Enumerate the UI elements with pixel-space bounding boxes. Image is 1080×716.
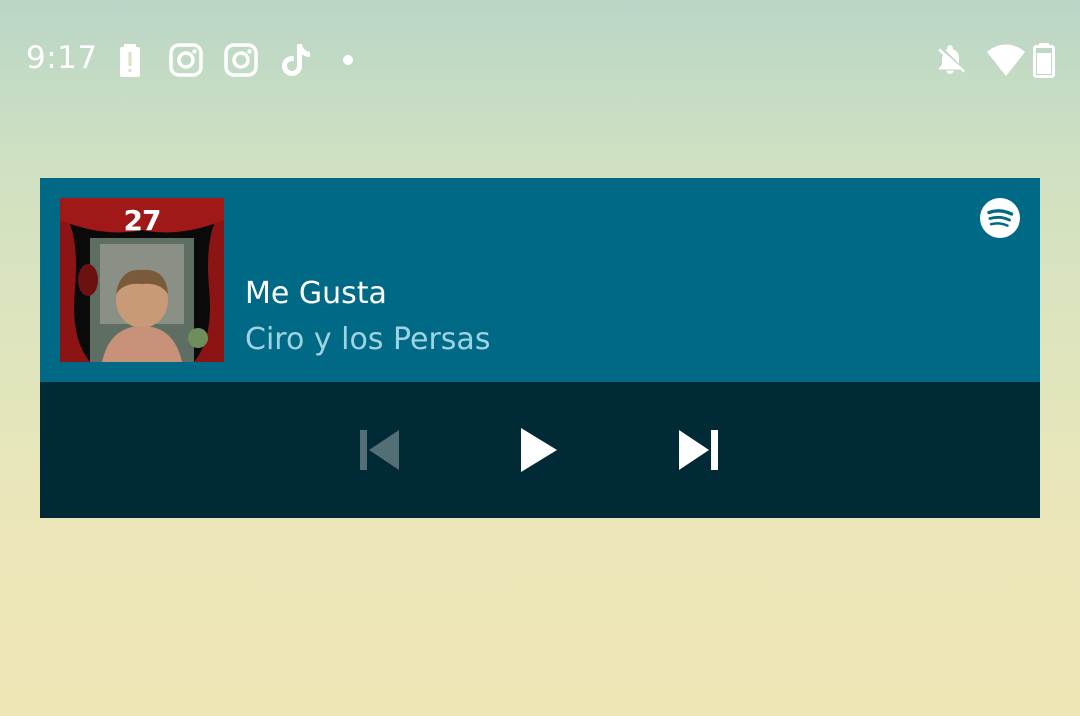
playback-controls <box>40 382 1040 518</box>
status-time: 9:17 <box>26 40 98 76</box>
skip-previous-icon <box>355 426 403 474</box>
spotify-icon[interactable] <box>980 198 1020 238</box>
media-info-panel[interactable]: 27 Me Gusta Ciro y los Persas <box>40 178 1040 382</box>
battery-icon <box>1032 42 1056 78</box>
notification-dot-icon <box>342 54 354 66</box>
wifi-icon <box>986 40 1026 78</box>
play-icon <box>515 426 563 474</box>
album-art: 27 <box>60 198 224 362</box>
skip-previous-button[interactable] <box>355 426 403 474</box>
play-button[interactable] <box>515 426 563 474</box>
notifications-off-icon <box>932 42 968 78</box>
battery-alert-icon <box>112 42 148 78</box>
tiktok-icon <box>278 42 314 78</box>
status-bar: 9:17 <box>0 0 1080 120</box>
instagram-icon <box>223 42 259 78</box>
track-artist: Ciro y los Persas <box>245 322 491 357</box>
track-title: Me Gusta <box>245 276 387 311</box>
instagram-icon <box>168 42 204 78</box>
media-player-widget[interactable]: 27 Me Gusta Ciro y los Persas <box>40 178 1040 518</box>
album-art-label: 27 <box>123 204 162 237</box>
skip-next-icon <box>675 426 723 474</box>
skip-next-button[interactable] <box>675 426 723 474</box>
